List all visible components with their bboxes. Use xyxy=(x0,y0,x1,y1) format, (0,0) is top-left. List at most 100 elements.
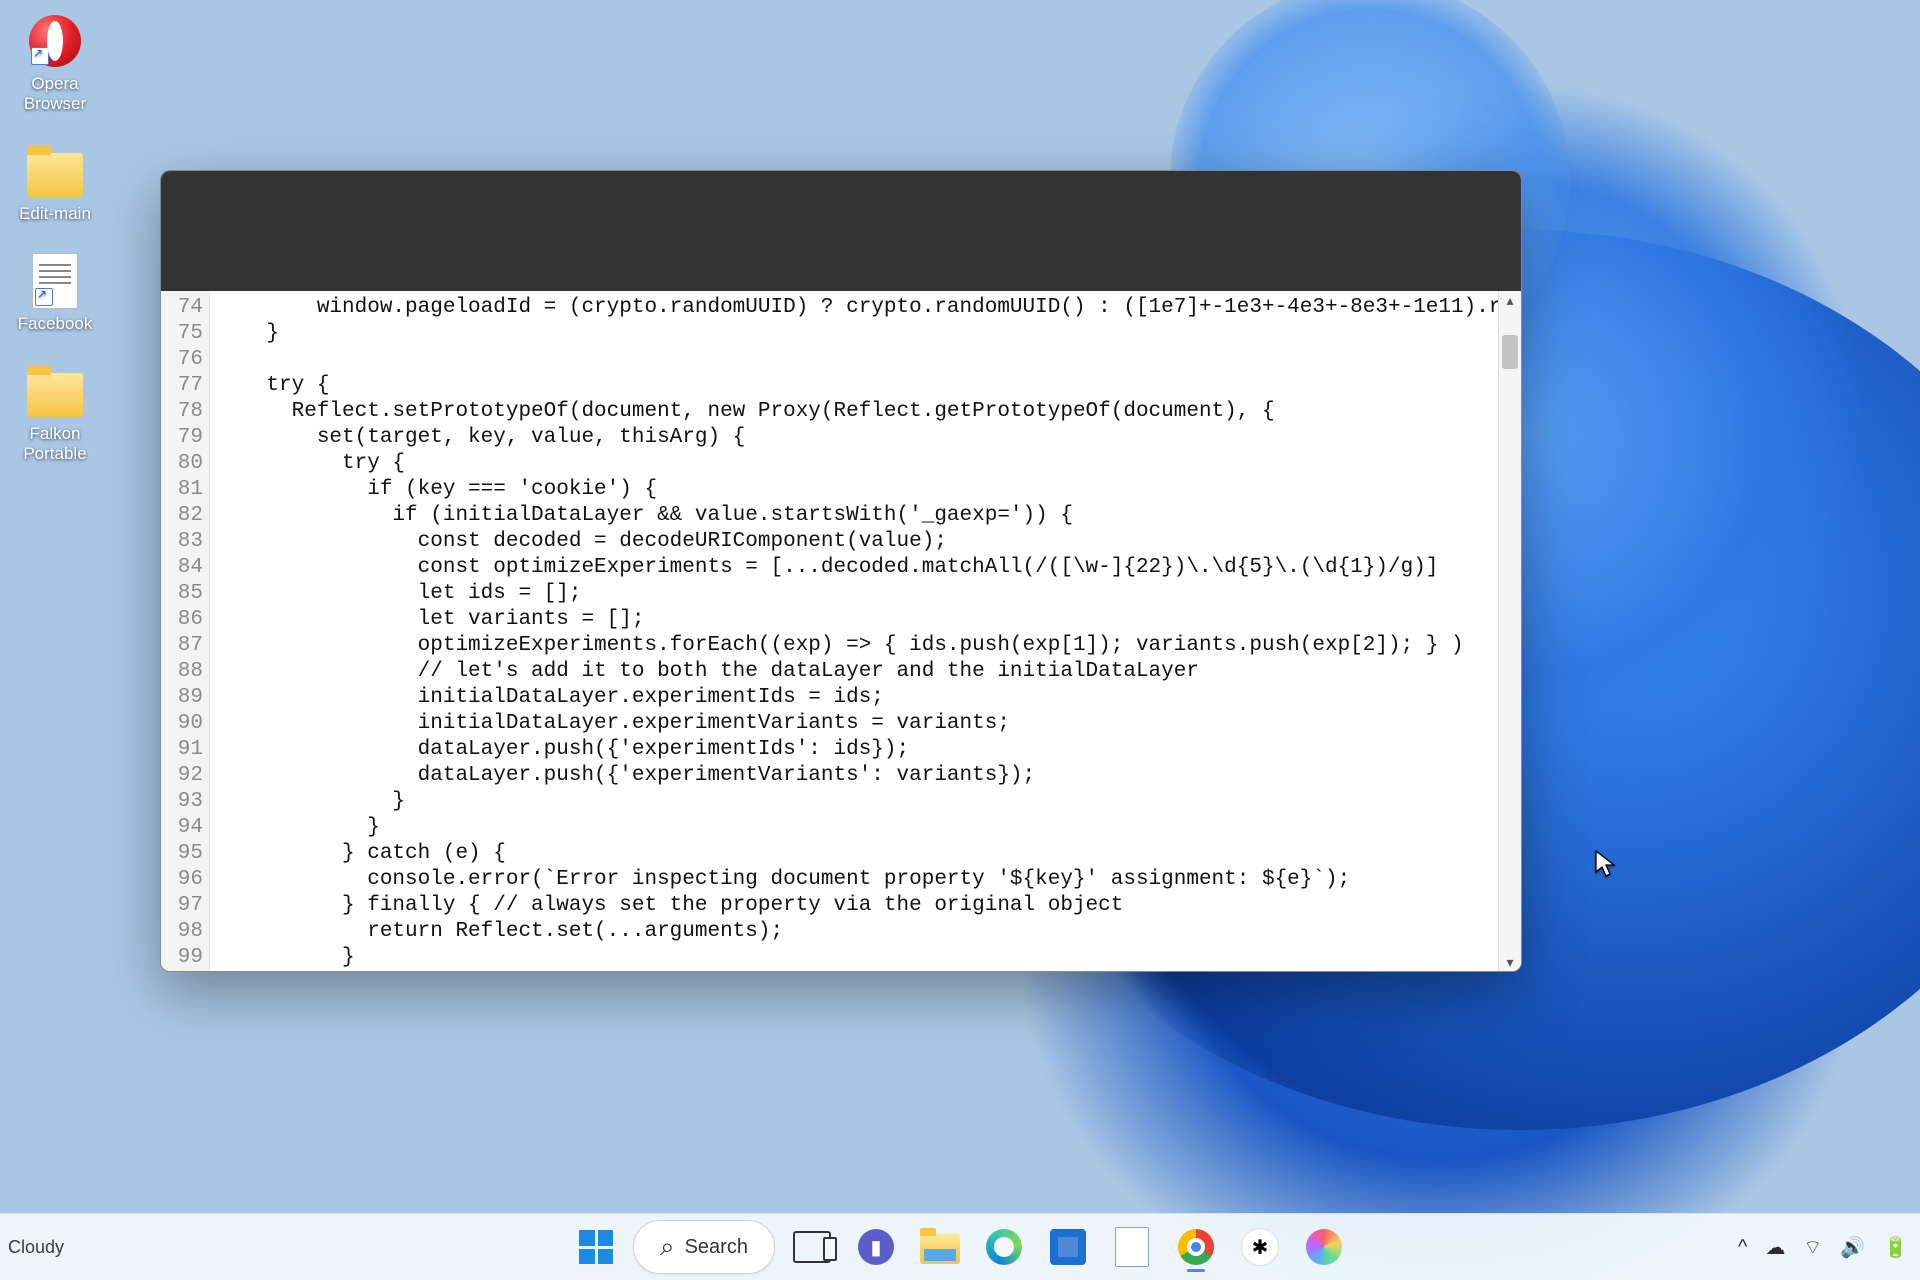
devtools-window[interactable]: 7475767778798081828384858687888990919293… xyxy=(160,170,1522,972)
microsoft-store-icon xyxy=(1050,1229,1086,1265)
line-number: 87 xyxy=(161,633,203,659)
taskbar-microsoft-store[interactable] xyxy=(1041,1220,1095,1274)
line-number: 90 xyxy=(161,711,203,737)
volume-icon[interactable]: 🔊 xyxy=(1840,1235,1865,1260)
desktop-icon-label: Edit-main xyxy=(0,204,110,224)
line-number: 81 xyxy=(161,477,203,503)
line-number: 98 xyxy=(161,919,203,945)
desktop-icon-label: Falkon Portable xyxy=(0,424,110,464)
code-line[interactable]: } finally { // always set the property v… xyxy=(216,893,1521,919)
code-line[interactable]: set(target, key, value, thisArg) { xyxy=(216,425,1521,451)
taskbar-task-view[interactable] xyxy=(785,1220,839,1274)
task-view-icon xyxy=(793,1231,831,1263)
code-line[interactable]: // let's add it to both the dataLayer an… xyxy=(216,659,1521,685)
code-area[interactable]: window.pageloadId = (crypto.randomUUID) … xyxy=(210,291,1521,972)
code-line[interactable]: dataLayer.push({'experimentVariants': va… xyxy=(216,763,1521,789)
taskbar-chat[interactable]: ▮ xyxy=(849,1220,903,1274)
onedrive-icon[interactable]: ☁ xyxy=(1765,1235,1785,1260)
code-line[interactable]: const decoded = decodeURIComponent(value… xyxy=(216,529,1521,555)
code-line[interactable]: Reflect.setPrototypeOf(document, new Pro… xyxy=(216,399,1521,425)
folder-icon xyxy=(27,153,83,197)
code-line[interactable]: console.error(`Error inspecting document… xyxy=(216,867,1521,893)
desktop-icon-falkon-portable[interactable]: Falkon Portable xyxy=(0,362,110,464)
wifi-icon[interactable]: ⌔ xyxy=(1803,1235,1822,1260)
line-number: 82 xyxy=(161,503,203,529)
shortcut-overlay-icon xyxy=(31,47,49,65)
code-editor: 7475767778798081828384858687888990919293… xyxy=(161,291,1521,972)
textfile-icon xyxy=(32,253,78,309)
code-line[interactable]: try { xyxy=(216,373,1521,399)
edge-icon xyxy=(986,1229,1022,1265)
desktop-icon-label: Facebook xyxy=(0,314,110,334)
opera-icon xyxy=(29,15,81,67)
weather-text: Cloudy xyxy=(8,1237,64,1258)
line-number-gutter: 7475767778798081828384858687888990919293… xyxy=(161,291,210,972)
desktop-icon-edit-main[interactable]: Edit-main xyxy=(0,142,110,224)
line-number: 80 xyxy=(161,451,203,477)
taskbar-chrome[interactable] xyxy=(1169,1220,1223,1274)
taskbar: Cloudy ⌕Search ▮ ✱ ^ ☁ ⌔ 🔊 🔋 xyxy=(0,1213,1920,1280)
file-explorer-icon xyxy=(920,1234,960,1264)
search-icon: ⌕ xyxy=(660,1231,675,1263)
code-line[interactable]: optimizeExperiments.forEach((exp) => { i… xyxy=(216,633,1521,659)
code-line[interactable]: let ids = []; xyxy=(216,581,1521,607)
code-line[interactable]: } xyxy=(216,321,1521,347)
tray-overflow-icon[interactable]: ^ xyxy=(1738,1236,1747,1259)
taskbar-notepad[interactable] xyxy=(1105,1220,1159,1274)
code-line[interactable]: } catch (e) { xyxy=(216,841,1521,867)
battery-icon[interactable]: 🔋 xyxy=(1883,1235,1908,1260)
code-line[interactable]: let variants = []; xyxy=(216,607,1521,633)
line-number: 89 xyxy=(161,685,203,711)
line-number: 93 xyxy=(161,789,203,815)
chat-icon: ▮ xyxy=(858,1229,894,1265)
line-number: 83 xyxy=(161,529,203,555)
chrome-icon xyxy=(1178,1229,1214,1265)
line-number: 99 xyxy=(161,945,203,971)
line-number: 76 xyxy=(161,347,203,373)
scroll-down-icon[interactable]: ▾ xyxy=(1499,953,1521,972)
taskbar-search[interactable]: ⌕Search xyxy=(633,1220,775,1274)
system-tray[interactable]: ^ ☁ ⌔ 🔊 🔋 xyxy=(1738,1214,1908,1280)
desktop-icon-label: Opera Browser xyxy=(0,74,110,114)
start-icon xyxy=(579,1230,613,1264)
mouse-cursor-icon xyxy=(1595,850,1615,878)
window-titlebar[interactable] xyxy=(161,171,1521,291)
scroll-up-icon[interactable]: ▴ xyxy=(1499,291,1521,313)
code-line[interactable]: initialDataLayer.experimentVariants = va… xyxy=(216,711,1521,737)
copilot-icon xyxy=(1306,1229,1342,1265)
line-number: 88 xyxy=(161,659,203,685)
line-number: 92 xyxy=(161,763,203,789)
code-line[interactable]: } xyxy=(216,815,1521,841)
line-number: 75 xyxy=(161,321,203,347)
desktop-icon-opera-browser[interactable]: Opera Browser xyxy=(0,12,110,114)
taskbar-start[interactable] xyxy=(569,1220,623,1274)
line-number: 86 xyxy=(161,607,203,633)
code-line[interactable]: } xyxy=(216,789,1521,815)
code-line[interactable]: if (key === 'cookie') { xyxy=(216,477,1521,503)
taskbar-edge[interactable] xyxy=(977,1220,1031,1274)
taskbar-file-explorer[interactable] xyxy=(913,1220,967,1274)
line-number: 85 xyxy=(161,581,203,607)
taskbar-weather[interactable]: Cloudy xyxy=(8,1214,64,1280)
line-number: 84 xyxy=(161,555,203,581)
line-number: 97 xyxy=(161,893,203,919)
code-line[interactable]: if (initialDataLayer && value.startsWith… xyxy=(216,503,1521,529)
line-number: 78 xyxy=(161,399,203,425)
taskbar-copilot[interactable] xyxy=(1297,1220,1351,1274)
desktop-icon-facebook[interactable]: Facebook xyxy=(0,252,110,334)
code-line[interactable]: initialDataLayer.experimentIds = ids; xyxy=(216,685,1521,711)
code-line[interactable]: try { xyxy=(216,451,1521,477)
line-number: 79 xyxy=(161,425,203,451)
taskbar-slack[interactable]: ✱ xyxy=(1233,1220,1287,1274)
line-number: 74 xyxy=(161,295,203,321)
code-line[interactable]: const optimizeExperiments = [...decoded.… xyxy=(216,555,1521,581)
code-line[interactable]: } xyxy=(216,945,1521,971)
folder-icon xyxy=(27,373,83,417)
code-line[interactable]: window.pageloadId = (crypto.randomUUID) … xyxy=(216,295,1521,321)
vertical-scroll-thumb[interactable] xyxy=(1502,335,1518,369)
code-line[interactable]: return Reflect.set(...arguments); xyxy=(216,919,1521,945)
code-line[interactable]: dataLayer.push({'experimentIds': ids}); xyxy=(216,737,1521,763)
vertical-scrollbar[interactable]: ▴ ▾ xyxy=(1498,291,1521,972)
code-line[interactable] xyxy=(216,347,1521,373)
line-number: 91 xyxy=(161,737,203,763)
